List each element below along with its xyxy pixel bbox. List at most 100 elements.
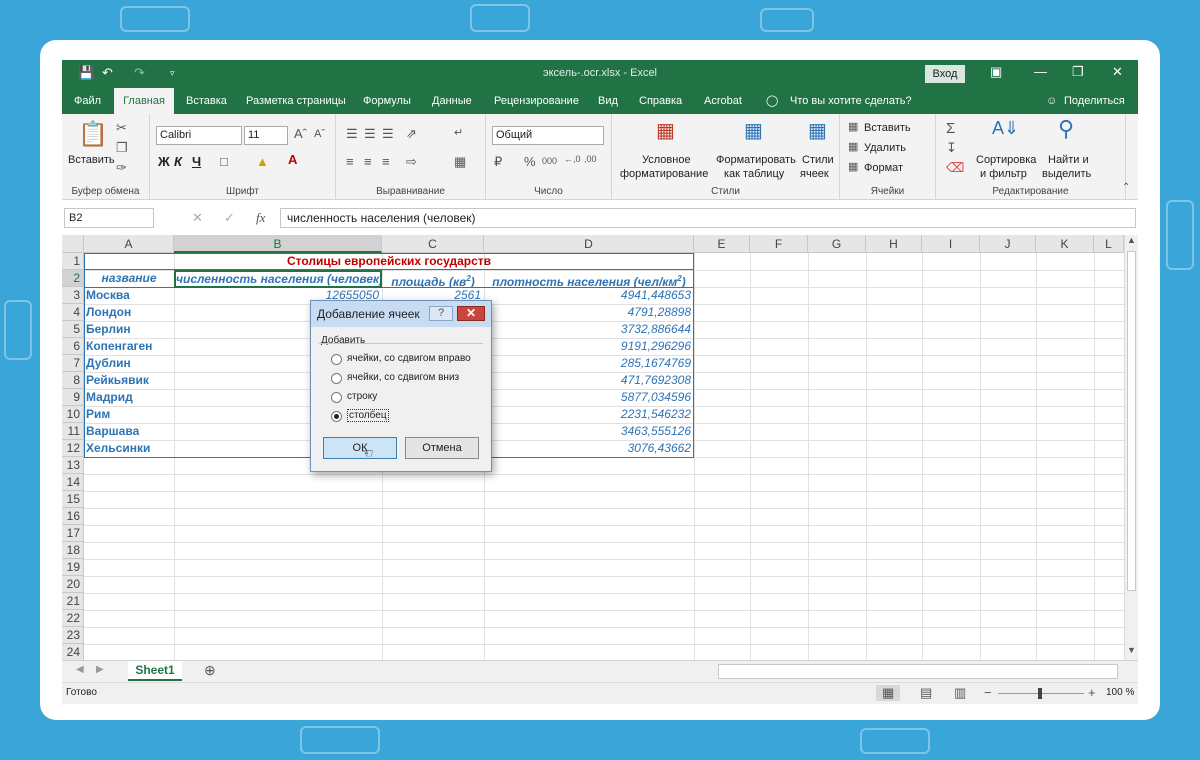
density-cell[interactable]: 285,1674769 <box>484 355 694 372</box>
tell-me-search[interactable]: Что вы хотите сделать? <box>790 88 912 114</box>
header-density[interactable]: плотность населения (чел/км2) <box>484 270 694 287</box>
tab-review[interactable]: Рецензирование <box>494 88 579 114</box>
row-header[interactable]: 21 <box>62 593 84 610</box>
city-cell[interactable]: Рейкьявик <box>84 372 174 389</box>
column-header-i[interactable]: I <box>922 235 980 253</box>
cut-icon[interactable]: ✂ <box>116 120 127 136</box>
font-color-icon[interactable]: A <box>288 152 297 167</box>
font-size-select[interactable]: 11 <box>244 126 288 145</box>
autosum-icon[interactable]: Σ <box>946 120 955 137</box>
scroll-down-icon[interactable]: ▼ <box>1127 645 1136 655</box>
city-cell[interactable]: Берлин <box>84 321 174 338</box>
page-layout-view-icon[interactable]: ▤ <box>920 685 932 701</box>
worksheet-grid[interactable]: A B C D E F G H I J K L 1 2 3 4 5 6 7 8 … <box>62 235 1124 660</box>
scroll-thumb[interactable] <box>1127 251 1136 591</box>
copy-icon[interactable]: ❐ <box>116 140 128 156</box>
align-top-icon[interactable]: ☰ <box>346 126 358 142</box>
confirm-entry-icon[interactable]: ✓ <box>224 210 235 226</box>
percent-icon[interactable]: % <box>524 154 536 169</box>
restore-icon[interactable]: ❐ <box>1072 64 1084 80</box>
row-header[interactable]: 20 <box>62 576 84 593</box>
format-table-button-line2[interactable]: как таблицу <box>724 168 784 180</box>
dialog-help-button[interactable]: ? <box>429 306 453 321</box>
row-header[interactable]: 14 <box>62 474 84 491</box>
table-title[interactable]: Столицы европейских государств <box>84 253 694 270</box>
column-header-c[interactable]: C <box>382 235 484 253</box>
row-header[interactable]: 10 <box>62 406 84 423</box>
density-cell[interactable]: 9191,296296 <box>484 338 694 355</box>
column-header-g[interactable]: G <box>808 235 866 253</box>
tab-help[interactable]: Справка <box>639 88 682 114</box>
fill-icon[interactable]: ↧ <box>946 140 957 156</box>
wrap-text-icon[interactable]: ↵ <box>454 126 463 139</box>
row-header[interactable]: 9 <box>62 389 84 406</box>
row-header[interactable]: 3 <box>62 287 84 304</box>
zoom-in-icon[interactable]: + <box>1088 685 1096 700</box>
delete-cells-icon[interactable]: ▦ <box>848 140 858 153</box>
conditional-format-button-line2[interactable]: форматирование <box>620 168 708 180</box>
increase-decimal-icon[interactable]: ←,0 <box>564 154 581 164</box>
merge-icon[interactable]: ▦ <box>454 154 466 170</box>
ok-button[interactable]: ОК <box>323 437 397 459</box>
city-cell[interactable]: Лондон <box>84 304 174 321</box>
row-header[interactable]: 15 <box>62 491 84 508</box>
tab-data[interactable]: Данные <box>432 88 472 114</box>
row-header[interactable]: 7 <box>62 355 84 372</box>
vertical-scrollbar[interactable]: ▲ ▼ <box>1124 235 1138 660</box>
scroll-up-icon[interactable]: ▲ <box>1127 235 1136 245</box>
row-header[interactable]: 13 <box>62 457 84 474</box>
density-cell[interactable]: 4791,28898 <box>484 304 694 321</box>
column-header-b[interactable]: B <box>174 235 382 253</box>
row-header[interactable]: 4 <box>62 304 84 321</box>
border-icon[interactable]: □ <box>220 154 228 169</box>
zoom-out-icon[interactable]: − <box>984 685 992 700</box>
radio-row[interactable] <box>331 392 342 403</box>
decrease-font-icon[interactable]: Aˇ <box>314 128 325 140</box>
density-cell[interactable]: 3076,43662 <box>484 440 694 457</box>
format-table-icon[interactable]: ▦ <box>744 118 763 143</box>
close-icon[interactable]: ✕ <box>1112 64 1123 80</box>
align-center-icon[interactable]: ≡ <box>364 154 372 169</box>
radio-shift-down[interactable] <box>331 373 342 384</box>
zoom-slider-thumb[interactable] <box>1038 688 1042 699</box>
share-button[interactable]: Поделиться <box>1064 88 1125 114</box>
radio-shift-down-label[interactable]: ячейки, со сдвигом вниз <box>347 372 459 383</box>
decrease-decimal-icon[interactable]: ,00 <box>584 154 597 164</box>
row-header[interactable]: 24 <box>62 644 84 660</box>
row-header[interactable]: 1 <box>62 253 84 270</box>
tab-view[interactable]: Вид <box>598 88 618 114</box>
tab-home[interactable]: Главная <box>114 88 174 114</box>
indent-icon[interactable]: ⇨ <box>406 154 417 170</box>
cell-styles-icon[interactable]: ▦ <box>808 118 827 143</box>
insert-function-icon[interactable]: fx <box>256 210 265 226</box>
insert-cells-button[interactable]: Вставить <box>864 122 911 134</box>
city-cell[interactable]: Мадрид <box>84 389 174 406</box>
paste-button[interactable]: Вставить <box>68 154 115 166</box>
header-name[interactable]: название <box>84 270 174 287</box>
next-sheet-icon[interactable]: ▶ <box>96 664 104 675</box>
header-population[interactable]: численность населения (человек) <box>176 271 380 288</box>
row-header[interactable]: 11 <box>62 423 84 440</box>
tab-page-layout[interactable]: Разметка страницы <box>246 88 346 114</box>
radio-column[interactable] <box>331 411 342 422</box>
delete-cells-button[interactable]: Удалить <box>864 142 906 154</box>
city-cell[interactable]: Копенгаген <box>84 338 174 355</box>
radio-shift-right[interactable] <box>331 354 342 365</box>
collapse-ribbon-icon[interactable]: ⌃ <box>1122 182 1130 193</box>
row-header[interactable]: 2 <box>62 270 84 287</box>
column-header-l[interactable]: L <box>1094 235 1124 253</box>
format-table-button[interactable]: Форматировать <box>716 154 796 166</box>
zoom-level[interactable]: 100 % <box>1106 687 1134 698</box>
signin-button[interactable]: Вход <box>925 65 965 83</box>
density-cell[interactable]: 471,7692308 <box>484 372 694 389</box>
paste-icon[interactable]: 📋 <box>78 120 108 149</box>
city-cell[interactable]: Варшава <box>84 423 174 440</box>
formula-input[interactable]: численность населения (человек) <box>280 208 1136 228</box>
page-break-view-icon[interactable]: ▥ <box>954 685 966 701</box>
column-header-j[interactable]: J <box>980 235 1036 253</box>
find-select-icon[interactable]: ⚲ <box>1058 116 1074 142</box>
underline-button[interactable]: Ч <box>192 154 201 169</box>
density-cell[interactable]: 3732,886644 <box>484 321 694 338</box>
row-header[interactable]: 19 <box>62 559 84 576</box>
find-select-button-line2[interactable]: выделить <box>1042 168 1091 180</box>
